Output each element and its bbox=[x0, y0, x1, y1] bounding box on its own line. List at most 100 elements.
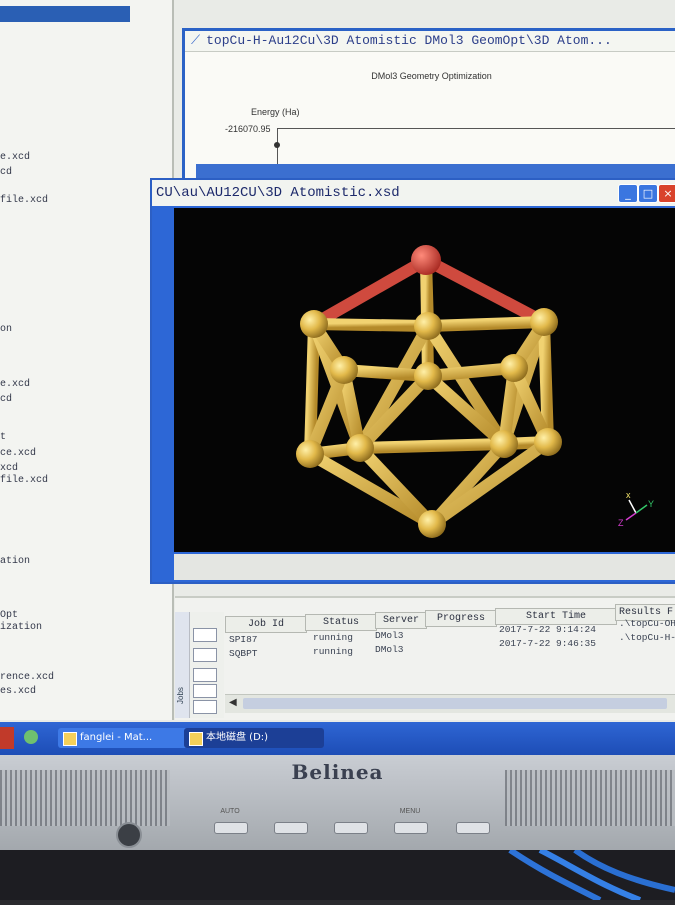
au-atom[interactable] bbox=[330, 356, 358, 384]
monitor-power-button[interactable] bbox=[456, 822, 490, 834]
explorer-file-item[interactable]: xcd bbox=[0, 463, 18, 474]
quicklaunch-icon[interactable] bbox=[24, 730, 38, 744]
col-header-start-time[interactable]: Start Time bbox=[495, 608, 617, 625]
y-axis-tick: -216070.95 bbox=[225, 124, 271, 134]
explorer-file-item[interactable]: ation bbox=[0, 556, 30, 567]
monitor-brand-logo: Belinea bbox=[291, 760, 384, 784]
explorer-file-item[interactable]: file.xcd bbox=[0, 475, 48, 486]
status-cell: running bbox=[313, 632, 353, 643]
mol-window-titlebar[interactable]: CU\au\AU12CU\3D Atomistic.xsd bbox=[152, 180, 675, 206]
au-atom[interactable] bbox=[500, 354, 528, 382]
au-atom[interactable] bbox=[418, 510, 446, 538]
horizontal-scrollbar[interactable]: ◀ bbox=[225, 694, 675, 713]
taskbar-item-materials-studio[interactable]: fanglei - Mat... bbox=[58, 728, 200, 748]
bond bbox=[308, 254, 432, 330]
monitor-button-label: AUTO bbox=[220, 808, 240, 815]
bond bbox=[308, 318, 434, 332]
start-time-cell: 2017-7-22 9:46:35 bbox=[499, 638, 596, 649]
mol-window-title: CU\au\AU12CU\3D Atomistic.xsd bbox=[156, 185, 400, 201]
au-atom[interactable] bbox=[490, 430, 518, 458]
maximize-button[interactable]: □ bbox=[638, 184, 658, 203]
scroll-thumb[interactable] bbox=[243, 698, 667, 709]
window-lower-area bbox=[174, 554, 675, 580]
bond bbox=[422, 316, 550, 332]
job-id-cell: SPI87 bbox=[229, 634, 258, 645]
jobs-side-label: Jobs bbox=[176, 687, 185, 704]
axis-x-label: x bbox=[626, 490, 631, 500]
bond bbox=[420, 254, 550, 328]
monitor-plus-button[interactable] bbox=[334, 822, 368, 834]
explorer-file-item[interactable]: e.xcd bbox=[0, 152, 30, 163]
bond bbox=[354, 438, 510, 454]
stop-icon[interactable] bbox=[193, 668, 217, 682]
monitor-button-label: MENU bbox=[399, 808, 421, 815]
status-cell: running bbox=[313, 646, 353, 657]
filter-icon[interactable] bbox=[193, 648, 217, 662]
explorer-file-item[interactable]: cd bbox=[0, 394, 12, 405]
taskbar: fanglei - Mat... 本地磁盘 (D:) bbox=[0, 722, 675, 755]
axis-y-label: Y bbox=[648, 499, 654, 509]
y-axis-label: Energy (Ha) bbox=[251, 107, 300, 117]
explorer-file-item[interactable]: ce.xcd bbox=[0, 448, 36, 459]
settings-icon[interactable] bbox=[193, 700, 217, 714]
job-id-cell: SQBPT bbox=[229, 648, 258, 659]
explorer-file-item[interactable]: cd bbox=[0, 167, 12, 178]
au-atom[interactable] bbox=[414, 362, 442, 390]
graph-window-titlebar[interactable]: ⟋ topCu-H-Au12Cu\3D Atomistic DMol3 GeomO… bbox=[185, 31, 675, 52]
monitor-menu-button[interactable] bbox=[394, 822, 428, 834]
taskbar-item-label: 本地磁盘 (D:) bbox=[206, 732, 269, 743]
explorer-file-item[interactable]: on bbox=[0, 324, 12, 335]
chart-title: DMol3 Geometry Optimization bbox=[371, 71, 492, 81]
close-button[interactable]: × bbox=[658, 184, 675, 203]
jobs-toolbar bbox=[190, 612, 224, 718]
jobs-side-tab[interactable]: Jobs bbox=[175, 612, 190, 718]
project-explorer: e.xcd cd file.xcd on e.xcd cd t ce.xcd xcd file.x… bbox=[0, 0, 174, 720]
au-atom[interactable] bbox=[346, 434, 374, 462]
col-header-server[interactable]: Server bbox=[375, 612, 427, 629]
au-atom[interactable] bbox=[296, 440, 324, 468]
col-header-progress[interactable]: Progress bbox=[425, 610, 497, 627]
scroll-left-icon[interactable]: ◀ bbox=[229, 697, 237, 708]
explorer-file-item[interactable]: e.xcd bbox=[0, 379, 30, 390]
monitor-auto-button[interactable] bbox=[214, 822, 248, 834]
geometry-optimization-window[interactable]: ⟋ topCu-H-Au12Cu\3D Atomistic DMol3 GeomO… bbox=[182, 28, 675, 188]
results-cell: .\topCu-H-A bbox=[619, 632, 675, 643]
minimize-button[interactable]: _ bbox=[618, 184, 638, 203]
monitor-minus-button[interactable] bbox=[274, 822, 308, 834]
explorer-file-item[interactable]: ization bbox=[0, 622, 42, 633]
start-button[interactable] bbox=[0, 727, 14, 749]
folder-icon bbox=[189, 732, 203, 746]
atomistic-view-window[interactable]: CU\au\AU12CU\3D Atomistic.xsd _ □ × x Y … bbox=[150, 178, 675, 584]
blue-cables bbox=[508, 847, 675, 903]
axis-z-label: Z bbox=[618, 518, 624, 528]
explorer-header-bar bbox=[0, 6, 130, 22]
au-atom[interactable] bbox=[414, 312, 442, 340]
explorer-file-item[interactable]: file.xcd bbox=[0, 195, 48, 206]
server-cell: DMol3 bbox=[375, 644, 404, 655]
explorer-file-item[interactable]: es.xcd bbox=[0, 686, 36, 697]
chart-icon: ⟋ bbox=[191, 33, 201, 48]
app-icon bbox=[63, 732, 77, 746]
results-cell: .\topCu-OH- bbox=[619, 618, 675, 629]
cu-atom[interactable] bbox=[411, 245, 441, 275]
explorer-file-item[interactable]: rence.xcd bbox=[0, 672, 54, 683]
explorer-file-item[interactable]: Opt bbox=[0, 610, 18, 621]
molecule-viewport[interactable]: x Y Z bbox=[174, 208, 675, 552]
headphone-jack-icon bbox=[116, 822, 142, 848]
refresh-icon[interactable] bbox=[193, 684, 217, 698]
au-atom[interactable] bbox=[300, 310, 328, 338]
chart-axis-line bbox=[277, 128, 675, 129]
axis-triad-icon: x Y Z bbox=[618, 490, 654, 528]
au-atom[interactable] bbox=[530, 308, 558, 336]
data-point bbox=[274, 142, 280, 148]
au12cu-cluster-model[interactable]: x Y Z bbox=[174, 208, 675, 552]
screen: e.xcd cd file.xcd on e.xcd cd t ce.xcd xcd file.x… bbox=[0, 0, 675, 755]
explorer-file-item[interactable]: t bbox=[0, 432, 6, 443]
taskbar-item-label: fanglei - Mat... bbox=[80, 732, 153, 743]
graph-window-title: topCu-H-Au12Cu\3D Atomistic DMol3 GeomOp… bbox=[206, 33, 612, 48]
col-header-status[interactable]: Status bbox=[305, 614, 377, 631]
grid-view-icon[interactable] bbox=[193, 628, 217, 642]
au-atom[interactable] bbox=[534, 428, 562, 456]
taskbar-item-local-disk[interactable]: 本地磁盘 (D:) bbox=[184, 728, 324, 748]
col-header-job-id[interactable]: Job Id bbox=[225, 616, 307, 633]
